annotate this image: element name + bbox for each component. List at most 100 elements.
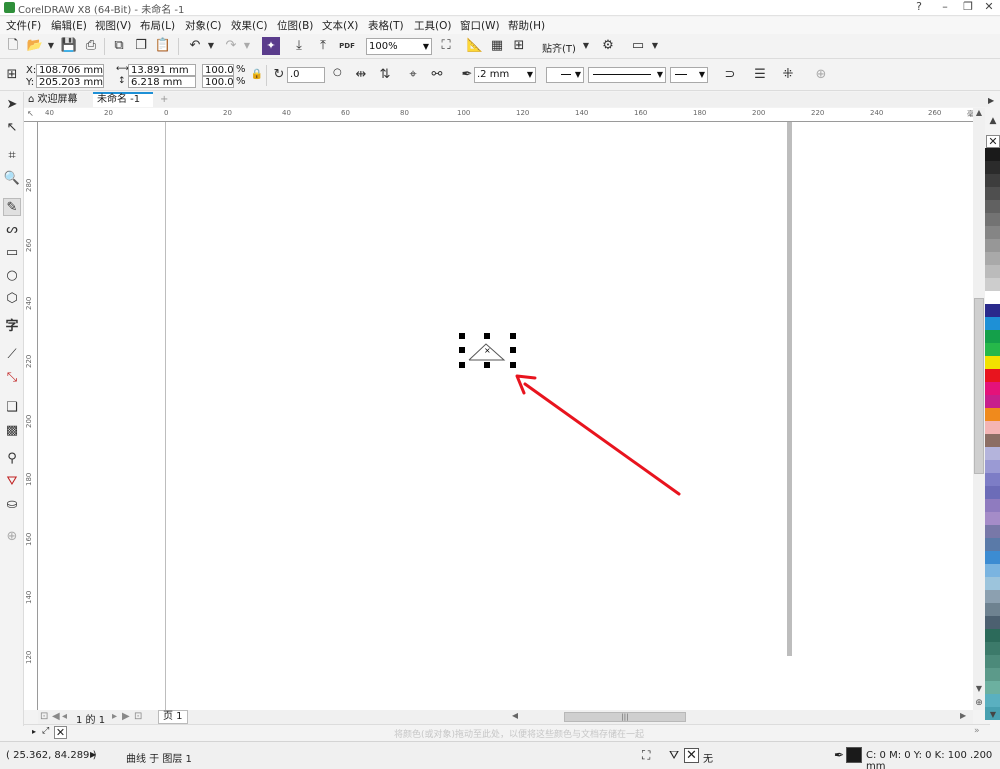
palette-expand-icon[interactable]: » (974, 726, 980, 736)
scroll-up-icon[interactable]: ▲ (973, 108, 985, 120)
scroll-right-icon[interactable]: ▶ (960, 711, 966, 720)
palette-scroll-down-icon[interactable]: ▼ (986, 710, 1000, 720)
menu-layout[interactable]: 布局(L) (140, 18, 175, 33)
first-page-icon[interactable]: ⊡ (40, 711, 48, 722)
close-button[interactable]: ✕ (976, 0, 1000, 15)
color-swatch[interactable] (985, 655, 1000, 668)
color-swatch[interactable] (985, 317, 1000, 330)
no-fill-swatch[interactable]: ✕ (684, 748, 699, 763)
save-icon[interactable]: 💾 (60, 37, 78, 55)
selection-handle[interactable] (510, 362, 516, 368)
document-palette[interactable]: ▸ ⤢ ✕ 将颜色(或对象)拖动至此处，以便将这些颜色与文档存储在一起 » (24, 724, 990, 740)
color-swatch[interactable] (985, 421, 1000, 434)
color-swatch[interactable] (985, 213, 1000, 226)
menu-table[interactable]: 表格(T) (368, 18, 404, 33)
color-swatch[interactable] (985, 538, 1000, 551)
eyedropper-icon[interactable]: ⤢ (42, 726, 49, 736)
selection-handle[interactable] (484, 333, 490, 339)
vertical-ruler[interactable]: 280 260 240 220 200 180 160 140 120 (24, 122, 38, 710)
color-swatch[interactable] (985, 252, 1000, 265)
tab-document[interactable]: 未命名 -1 (93, 92, 153, 107)
launcher-dropdown-icon[interactable]: ▼ (646, 37, 664, 55)
tab-welcome-screen[interactable]: ⌂ 欢迎屏幕 (24, 92, 90, 107)
outline-width-select[interactable]: .2 mm ▼ (474, 67, 536, 83)
publish-pdf-icon[interactable]: PDF (338, 37, 356, 55)
add-tab-button[interactable]: + (156, 92, 170, 107)
no-color-swatch[interactable]: ✕ (986, 135, 1000, 148)
parallel-dimension-tool-icon[interactable]: ⟋ (3, 346, 21, 364)
line-style-select[interactable]: ▼ (588, 67, 666, 83)
scale-x-field[interactable]: 100.0 (202, 64, 234, 76)
color-swatch[interactable] (985, 161, 1000, 174)
ruler-origin-icon[interactable]: ↖ (24, 108, 38, 122)
next-page-icon[interactable]: ▶ (122, 711, 130, 722)
selection-handle[interactable] (459, 333, 465, 339)
color-swatch[interactable] (985, 291, 1000, 304)
color-swatch[interactable] (985, 434, 1000, 447)
drawing-canvas[interactable]: × (38, 122, 973, 710)
selection-handle[interactable] (510, 347, 516, 353)
color-swatch[interactable] (985, 603, 1000, 616)
selection-handle[interactable] (459, 347, 465, 353)
color-swatch[interactable] (985, 564, 1000, 577)
menu-tools[interactable]: 工具(O) (414, 18, 451, 33)
show-grid-icon[interactable]: ▦ (488, 37, 506, 55)
wrap-text-icon[interactable]: ☰ (751, 66, 769, 84)
snap-to-button[interactable]: 贴齐(T) (542, 40, 576, 55)
palette-scroll-up-icon[interactable]: ▶ (988, 96, 1000, 108)
menu-text[interactable]: 文本(X) (322, 18, 358, 33)
menu-view[interactable]: 视图(V) (95, 18, 131, 33)
menu-object[interactable]: 对象(C) (185, 18, 222, 33)
snap-dropdown-icon[interactable]: ▼ (577, 37, 595, 55)
selection-handle[interactable] (510, 333, 516, 339)
last-page-icon[interactable]: ⊡ (134, 711, 142, 722)
show-rulers-icon[interactable]: 📐 (466, 37, 484, 55)
width-field[interactable]: 13.891 mm (128, 64, 196, 76)
color-proof-icon[interactable]: ⛶ (642, 748, 650, 763)
y-position-field[interactable]: 205.203 mm (36, 76, 104, 88)
add-toolbar-item-icon[interactable]: ⊕ (812, 66, 830, 84)
paste-icon[interactable]: 📋 (154, 37, 172, 55)
polygon-tool-icon[interactable]: ⬡ (3, 290, 21, 308)
redo-dropdown-icon[interactable]: ▼ (238, 37, 256, 55)
menu-help[interactable]: 帮助(H) (508, 18, 545, 33)
show-guidelines-icon[interactable]: ⊞ (510, 37, 528, 55)
cut-icon[interactable]: ⧉ (110, 37, 128, 55)
smart-fill-tool-icon[interactable]: ⛀ (3, 496, 21, 514)
full-screen-icon[interactable]: ⛶ (437, 37, 455, 55)
height-field[interactable]: 6.218 mm (128, 76, 196, 88)
trace-icon[interactable]: ⌖ (404, 66, 422, 84)
object-origin-icon[interactable]: ⊞ (3, 66, 21, 84)
extract-subpath-icon[interactable]: ⚯ (428, 66, 446, 84)
color-eyedropper-tool-icon[interactable]: ⚲ (3, 450, 21, 468)
color-swatch[interactable] (985, 668, 1000, 681)
color-swatch[interactable] (985, 226, 1000, 239)
rotation-field[interactable]: .0 (287, 67, 325, 83)
horizontal-ruler[interactable]: 40 20 0 20 40 60 80 100 120 140 160 180 … (37, 108, 985, 122)
drop-shadow-tool-icon[interactable]: ❑ (3, 399, 21, 417)
options-gear-icon[interactable]: ⚙ (599, 37, 617, 55)
vertical-scrollbar[interactable]: ▲ ▼ ⊕ (973, 108, 985, 710)
color-swatch[interactable] (985, 200, 1000, 213)
mirror-horizontal-icon[interactable]: ⇹ (352, 66, 370, 84)
selection-handle[interactable] (484, 362, 490, 368)
color-swatch[interactable] (985, 148, 1000, 161)
color-swatch[interactable] (985, 512, 1000, 525)
menu-bitmaps[interactable]: 位图(B) (277, 18, 313, 33)
color-swatch[interactable] (985, 304, 1000, 317)
color-swatch[interactable] (985, 343, 1000, 356)
search-content-icon[interactable]: ✦ (262, 37, 280, 55)
connector-tool-icon[interactable]: ⤡ (3, 369, 21, 387)
undo-dropdown-icon[interactable]: ▼ (202, 37, 220, 55)
no-color-swatch[interactable]: ✕ (54, 726, 67, 739)
color-swatch[interactable] (985, 629, 1000, 642)
scroll-thumb[interactable]: ||| (564, 712, 686, 722)
color-swatch[interactable] (985, 356, 1000, 369)
color-swatch[interactable] (985, 239, 1000, 252)
outline-color-swatch[interactable] (846, 747, 862, 763)
menu-file[interactable]: 文件(F) (6, 18, 41, 33)
next-icon[interactable]: ▸ (112, 711, 117, 722)
color-swatch[interactable] (985, 551, 1000, 564)
color-swatch[interactable] (985, 330, 1000, 343)
close-curve-icon[interactable]: ⊃ (721, 66, 739, 84)
